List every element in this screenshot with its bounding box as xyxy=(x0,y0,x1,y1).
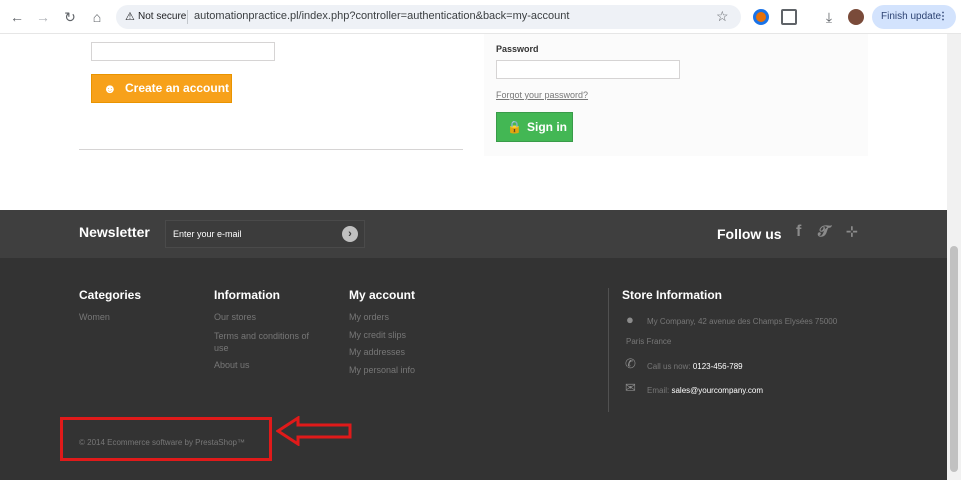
newsletter-bar: Newsletter Enter your e-mail › Follow us… xyxy=(0,210,947,258)
omnibox-divider xyxy=(187,10,188,24)
password-label: Password xyxy=(496,44,539,54)
download-icon[interactable]: ⤓ xyxy=(820,8,838,26)
sign-in-button[interactable]: 🔒 Sign in xyxy=(496,112,573,142)
email-prefix: Email: xyxy=(647,386,670,395)
facebook-icon[interactable]: f xyxy=(796,223,801,241)
extension-icon[interactable] xyxy=(753,9,769,25)
footer-link-addresses[interactable]: My addresses xyxy=(349,347,405,357)
warning-icon: ⚠ xyxy=(125,11,135,23)
menu-dots-icon: ⋮ xyxy=(938,11,948,22)
browser-toolbar: ← → ↻ ⌂ ⚠ Not secure automationpractice.… xyxy=(0,0,961,34)
follow-us-title: Follow us xyxy=(717,226,782,242)
map-marker-icon: ● xyxy=(626,312,634,327)
user-icon: ☻ xyxy=(103,81,117,96)
annotation-red-box xyxy=(60,417,272,461)
finish-update-label: Finish update xyxy=(881,11,942,22)
sign-in-label: Sign in xyxy=(527,120,567,134)
categories-title: Categories xyxy=(79,288,142,302)
information-title: Information xyxy=(214,288,280,302)
footer-link-our-stores[interactable]: Our stores xyxy=(214,312,256,322)
reload-icon[interactable]: ↻ xyxy=(61,8,79,26)
store-info-title: Store Information xyxy=(622,288,723,302)
create-account-divider xyxy=(79,149,463,150)
finish-update-button[interactable]: Finish update ⋮ xyxy=(872,5,956,29)
store-address-line1: My Company, 42 avenue des Champs Elysées… xyxy=(647,317,838,326)
store-address-line2: Paris France xyxy=(626,337,672,346)
bookmark-star-icon[interactable]: ☆ xyxy=(716,8,729,25)
home-icon[interactable]: ⌂ xyxy=(88,8,106,26)
annotation-arrow-icon xyxy=(276,416,352,446)
page-content: ☻ Create an account Password Forgot your… xyxy=(0,34,947,480)
phone-value: 0123-456-789 xyxy=(692,362,743,371)
newsletter-submit-icon[interactable]: › xyxy=(342,226,358,242)
footer-link-terms[interactable]: Terms and conditions of use xyxy=(214,330,324,354)
security-label[interactable]: Not secure xyxy=(138,11,186,22)
twitter-icon[interactable]: 𝓣 xyxy=(818,223,830,240)
phone-prefix: Call us now: xyxy=(647,362,691,371)
store-phone: Call us now: 0123-456-789 xyxy=(647,362,743,371)
newsletter-placeholder: Enter your e-mail xyxy=(173,229,242,239)
password-input[interactable] xyxy=(496,60,680,79)
create-account-label: Create an account xyxy=(125,81,230,95)
my-account-title: My account xyxy=(349,288,416,302)
store-divider xyxy=(608,288,609,412)
email-value[interactable]: sales@yourcompany.com xyxy=(671,386,763,395)
newsletter-title: Newsletter xyxy=(79,224,150,240)
create-email-input[interactable] xyxy=(91,42,275,61)
footer-link-personal-info[interactable]: My personal info xyxy=(349,365,415,375)
extensions-puzzle-icon[interactable] xyxy=(781,9,797,25)
back-icon[interactable]: ← xyxy=(8,8,26,26)
rss-icon[interactable]: ⊹ xyxy=(846,223,858,240)
newsletter-email-input[interactable]: Enter your e-mail › xyxy=(165,220,365,248)
footer-link-credit-slips[interactable]: My credit slips xyxy=(349,330,406,340)
url-text[interactable]: automationpractice.pl/index.php?controll… xyxy=(194,10,569,22)
phone-icon: ✆ xyxy=(625,356,636,371)
forgot-password-link[interactable]: Forgot your password? xyxy=(496,90,588,100)
profile-avatar[interactable] xyxy=(848,9,864,25)
site-footer: Categories Women Information Our stores … xyxy=(0,258,947,480)
forward-icon[interactable]: → xyxy=(34,8,52,26)
footer-link-about-us[interactable]: About us xyxy=(214,360,250,370)
lock-icon: 🔒 xyxy=(507,120,522,134)
create-account-button[interactable]: ☻ Create an account xyxy=(91,74,232,103)
footer-link-women[interactable]: Women xyxy=(79,312,110,322)
footer-link-my-orders[interactable]: My orders xyxy=(349,312,389,322)
envelope-icon: ✉ xyxy=(625,380,636,395)
store-email: Email: sales@yourcompany.com xyxy=(647,386,763,395)
scrollbar-thumb[interactable] xyxy=(950,246,958,472)
